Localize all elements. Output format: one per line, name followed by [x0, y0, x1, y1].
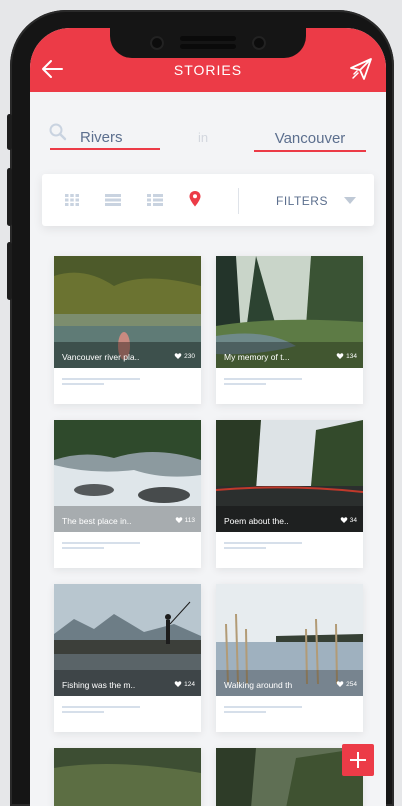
story-card[interactable]: The best place in.. 113 [54, 420, 201, 568]
heart-icon [174, 353, 182, 359]
speaker-grille-lower [180, 44, 236, 49]
text-placeholder-line [62, 378, 140, 380]
story-caption: Poem about the.. [224, 516, 289, 526]
text-placeholder-line [62, 542, 140, 544]
volume-down-button [7, 242, 12, 300]
detail-list-icon[interactable] [146, 192, 164, 208]
in-label: in [198, 130, 209, 145]
story-likes: 230 [174, 352, 195, 360]
story-caption: Walking around th [224, 680, 293, 690]
story-card[interactable]: Walking around th 254 [216, 584, 363, 732]
text-placeholder-line [224, 547, 266, 549]
heart-icon [336, 681, 344, 687]
heart-icon [175, 517, 182, 523]
page-title: STORIES [173, 62, 243, 78]
story-like-count: 254 [346, 680, 357, 688]
story-card[interactable]: Poem about the.. 34 [216, 420, 363, 568]
heart-icon [174, 681, 182, 687]
sensor-icon [252, 36, 266, 50]
text-placeholder-line [224, 542, 302, 544]
send-icon[interactable] [348, 56, 374, 82]
story-card[interactable]: Vancouver river pla.. 230 [54, 256, 201, 404]
story-likes: 134 [336, 352, 357, 360]
story-like-count: 34 [349, 516, 357, 524]
text-placeholder-line [224, 383, 266, 385]
story-caption: The best place in.. [62, 516, 132, 526]
view-toolbar: FILTERS [42, 174, 374, 226]
story-like-count: 230 [184, 352, 195, 360]
text-placeholder-line [62, 547, 104, 549]
speaker-grille [180, 36, 236, 41]
text-placeholder-line [62, 711, 104, 713]
add-story-button[interactable] [342, 744, 374, 776]
text-placeholder-line [62, 706, 140, 708]
search-row: in [30, 123, 386, 156]
camera-icon [150, 36, 164, 50]
text-placeholder-line [224, 378, 302, 380]
story-card[interactable]: My memory of t... 134 [216, 256, 363, 404]
camera-notch [110, 28, 306, 58]
app-screen: STORIES in [30, 28, 386, 806]
list-view-icon[interactable] [104, 192, 122, 208]
map-pin-icon[interactable] [188, 190, 202, 208]
text-placeholder-line [224, 706, 302, 708]
story-caption: My memory of t... [224, 352, 290, 362]
story-card[interactable]: Fishing was the m.. 124 [54, 584, 201, 732]
grid-view-icon[interactable] [64, 192, 80, 208]
story-photo [216, 748, 363, 806]
story-card[interactable] [216, 748, 363, 806]
story-card[interactable] [54, 748, 201, 806]
volume-up-button [7, 168, 12, 226]
story-likes: 34 [340, 516, 357, 524]
filters-button[interactable]: FILTERS [276, 194, 328, 208]
story-caption: Vancouver river pla.. [62, 352, 140, 362]
story-likes: 113 [175, 516, 195, 524]
text-placeholder-line [224, 711, 266, 713]
search-icon [49, 123, 67, 141]
chevron-down-icon[interactable] [344, 197, 356, 204]
mute-switch [7, 114, 12, 150]
heart-icon [340, 517, 348, 523]
story-like-count: 134 [346, 352, 357, 360]
text-placeholder-line [62, 383, 104, 385]
story-likes: 254 [336, 680, 357, 688]
story-likes: 124 [174, 680, 195, 688]
location-input[interactable] [254, 126, 366, 152]
toolbar-divider [238, 188, 239, 214]
heart-icon [336, 353, 344, 359]
story-like-count: 124 [184, 680, 195, 688]
story-caption: Fishing was the m.. [62, 680, 136, 690]
story-photo [54, 748, 201, 806]
story-like-count: 113 [184, 516, 195, 524]
